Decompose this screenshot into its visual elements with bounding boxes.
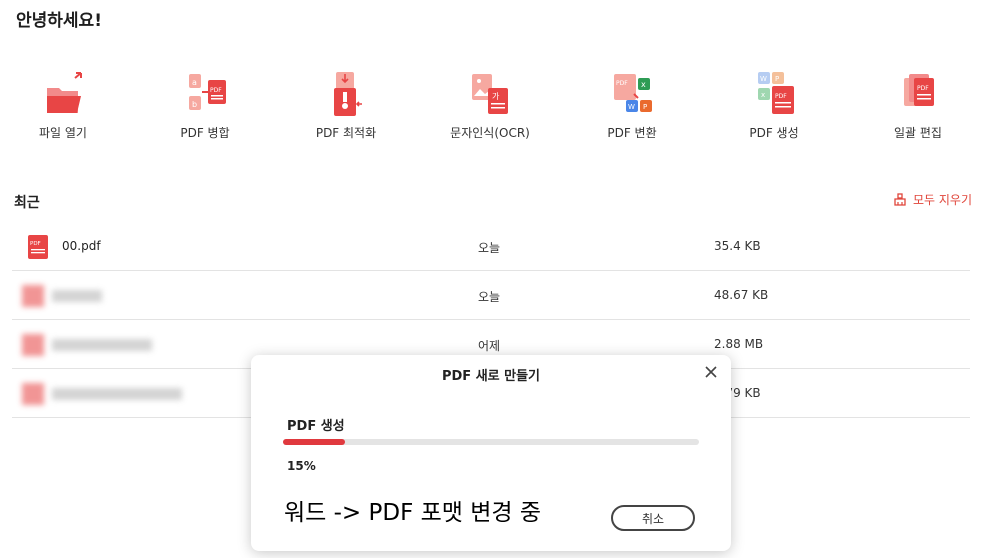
svg-text:P: P <box>643 103 647 111</box>
greeting-title: 안녕하세요! <box>16 11 102 31</box>
blurred-file-name <box>22 381 182 407</box>
svg-text:x: x <box>761 91 765 99</box>
file-date: 오늘 <box>478 241 501 255</box>
svg-text:PDF: PDF <box>775 93 787 100</box>
svg-text:b: b <box>192 100 197 109</box>
clear-all-button[interactable]: 모두 지우기 <box>893 191 972 208</box>
blurred-file-name <box>22 283 102 309</box>
dialog-title: PDF 새로 만들기 <box>441 369 541 384</box>
tool-label: PDF 변환 <box>607 126 657 140</box>
tool-ocr[interactable]: 가 문자인식(OCR) <box>425 66 555 141</box>
tool-label: 일괄 편집 <box>894 126 942 140</box>
svg-text:PDF: PDF <box>210 87 222 94</box>
broom-icon <box>894 192 906 206</box>
progress-fill <box>283 439 346 445</box>
tool-pdf-create[interactable]: W P x PDF PDF 생성 <box>709 66 839 141</box>
dialog-subtitle: PDF 생성 <box>287 419 345 434</box>
tool-pdf-optimize[interactable]: PDF 최적화 <box>281 66 411 141</box>
ocr-icon: 가 <box>472 74 508 114</box>
pdf-convert-icon: PDF x W P <box>614 74 652 112</box>
svg-text:PDF: PDF <box>616 80 628 87</box>
recent-file-row[interactable]: 오늘 48.67 KB <box>12 271 970 320</box>
recent-file-row[interactable]: PDF 00.pdf 오늘 35.4 KB <box>12 222 970 271</box>
svg-text:W: W <box>628 103 635 111</box>
pdf-file-icon: PDF <box>28 235 48 259</box>
tool-batch-edit[interactable]: PDF 일괄 편집 <box>853 66 983 141</box>
batch-edit-icon: PDF <box>904 74 934 106</box>
tool-label: 파일 열기 <box>39 126 87 140</box>
file-date: 오늘 <box>478 290 501 304</box>
svg-text:PDF: PDF <box>30 241 41 247</box>
file-name: 00.pdf <box>62 239 101 253</box>
file-date: 어제 <box>478 339 501 353</box>
progress-bar <box>283 439 699 445</box>
tool-label: PDF 최적화 <box>315 126 377 140</box>
folder-open-icon <box>47 72 82 113</box>
tool-pdf-merge[interactable]: a b PDF PDF 병합 <box>140 66 270 141</box>
pdf-compress-icon <box>334 72 362 116</box>
file-size: 48.67 KB <box>714 288 769 302</box>
pdf-create-icon: W P x PDF <box>758 72 794 114</box>
new-pdf-dialog: PDF 새로 만들기 PDF 생성 15% 워드 -> PDF 포맷 변경 중 … <box>251 355 731 551</box>
svg-text:가: 가 <box>492 92 500 101</box>
status-text: 워드 -> PDF 포맷 변경 중 <box>284 500 542 526</box>
cancel-button[interactable]: 취소 <box>611 505 695 531</box>
svg-text:W: W <box>760 75 767 83</box>
clear-all-label: 모두 지우기 <box>912 193 972 207</box>
pdf-merge-icon: a b PDF <box>189 74 226 110</box>
svg-text:P: P <box>775 75 779 83</box>
tool-label: PDF 생성 <box>749 126 799 140</box>
tool-label: PDF 병합 <box>180 126 230 140</box>
tool-open-file[interactable]: 파일 열기 <box>0 66 128 141</box>
file-size: 35.4 KB <box>714 239 761 253</box>
svg-text:x: x <box>641 80 646 89</box>
recent-heading: 최근 <box>14 195 40 211</box>
tool-pdf-convert[interactable]: PDF x W P PDF 변환 <box>567 66 697 141</box>
progress-percent: 15% <box>287 459 316 473</box>
svg-text:PDF: PDF <box>917 85 929 92</box>
close-icon[interactable] <box>701 362 721 382</box>
tool-label: 문자인식(OCR) <box>450 126 530 140</box>
tool-bar: 파일 열기 a b PDF PDF 병합 PDF 최적화 가 문자인식(OCR)… <box>0 66 988 146</box>
blurred-file-name <box>22 332 152 358</box>
svg-text:a: a <box>192 78 197 87</box>
file-size: 2.88 MB <box>714 337 764 351</box>
